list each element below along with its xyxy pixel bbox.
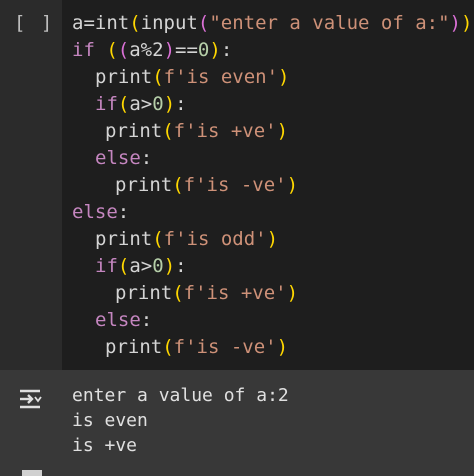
code-token: f'is +ve' bbox=[173, 120, 277, 142]
code-token: ) bbox=[286, 174, 299, 196]
code-token: ) bbox=[266, 228, 279, 250]
code-token: ) bbox=[449, 12, 461, 34]
code-token: 0 bbox=[152, 255, 164, 277]
code-token: ( bbox=[162, 120, 174, 142]
code-token: else bbox=[72, 201, 118, 223]
output-toggle-icon[interactable] bbox=[18, 388, 42, 410]
code-token: ( bbox=[197, 12, 210, 34]
code-token: ( bbox=[117, 39, 130, 61]
code-token: == bbox=[175, 39, 198, 61]
code-token: a> bbox=[129, 255, 153, 277]
run-cell-button[interactable]: [ ] bbox=[14, 10, 54, 36]
code-line[interactable]: if ((a%2)==0): bbox=[72, 37, 232, 63]
code-token: ) bbox=[209, 39, 221, 61]
code-token: int bbox=[94, 12, 130, 34]
code-line[interactable]: print(f'is -ve') bbox=[105, 334, 288, 360]
code-token: ( bbox=[172, 282, 184, 304]
code-token: print bbox=[115, 282, 173, 304]
code-token: ) bbox=[163, 255, 176, 277]
code-token: ) bbox=[163, 39, 176, 61]
code-token: print bbox=[105, 120, 163, 142]
code-token: ) bbox=[286, 282, 299, 304]
code-token: print bbox=[95, 66, 153, 88]
code-token: print bbox=[95, 228, 153, 250]
code-line[interactable]: if(a>0): bbox=[95, 253, 187, 279]
cell-gutter: [ ] bbox=[0, 0, 62, 370]
code-token: f'is even' bbox=[163, 66, 279, 88]
code-token: : bbox=[175, 93, 187, 115]
code-token: : bbox=[117, 201, 130, 223]
code-token: if bbox=[72, 39, 107, 61]
code-token: f'is -ve' bbox=[183, 174, 287, 196]
code-token: ( bbox=[152, 66, 164, 88]
code-line[interactable]: a=int(input("enter a value of a:")) bbox=[72, 10, 472, 36]
code-line[interactable]: else: bbox=[95, 307, 152, 333]
code-line[interactable]: else: bbox=[95, 145, 152, 171]
code-token: else bbox=[95, 309, 141, 331]
code-token: : bbox=[220, 39, 233, 61]
code-token: print bbox=[115, 174, 173, 196]
code-editor[interactable]: a=int(input("enter a value of a:")) if (… bbox=[62, 0, 474, 370]
code-token: a%2 bbox=[129, 39, 164, 61]
output-line: is +ve bbox=[72, 435, 138, 456]
code-line[interactable]: print(f'is odd') bbox=[95, 226, 278, 252]
code-token: ) bbox=[276, 336, 289, 358]
code-token: ( bbox=[172, 174, 184, 196]
code-token: ( bbox=[162, 336, 174, 358]
code-token: else bbox=[95, 147, 141, 169]
code-line[interactable]: if(a>0): bbox=[95, 91, 187, 117]
code-token: f'is odd' bbox=[163, 228, 267, 250]
code-token: ) bbox=[163, 93, 176, 115]
code-token: if bbox=[95, 93, 118, 115]
code-token: 0 bbox=[152, 93, 164, 115]
code-token: a> bbox=[129, 93, 153, 115]
code-token: : bbox=[175, 255, 187, 277]
code-line[interactable]: print(f'is -ve') bbox=[115, 172, 298, 198]
output-line: enter a value of a:2 bbox=[72, 385, 289, 406]
code-token: f'is -ve' bbox=[173, 336, 277, 358]
output-line: is even bbox=[72, 410, 148, 431]
code-token: input bbox=[140, 12, 198, 34]
code-token: "enter a value of a:" bbox=[209, 12, 450, 34]
code-token: ( bbox=[106, 39, 118, 61]
code-line[interactable]: print(f'is +ve') bbox=[105, 118, 288, 144]
code-token: ) bbox=[276, 120, 289, 142]
code-token: ( bbox=[117, 255, 130, 277]
code-token: 0 bbox=[197, 39, 210, 61]
cell-output: enter a value of a:2 is even is +ve bbox=[0, 370, 474, 476]
code-line[interactable]: else: bbox=[72, 199, 129, 225]
code-line[interactable]: print(f'is even') bbox=[95, 64, 290, 90]
code-token: f'is +ve' bbox=[183, 282, 287, 304]
code-token: ) bbox=[278, 66, 290, 88]
code-token: ( bbox=[117, 93, 130, 115]
notebook-page: [ ] a=int(input("enter a value of a:")) … bbox=[0, 0, 474, 476]
code-line[interactable]: print(f'is +ve') bbox=[115, 280, 298, 306]
code-token: a= bbox=[72, 12, 95, 34]
code-token: ( bbox=[152, 228, 164, 250]
code-token: if bbox=[95, 255, 118, 277]
next-cell-edge bbox=[22, 470, 42, 476]
code-token: : bbox=[140, 309, 153, 331]
code-token: ) bbox=[461, 12, 473, 34]
code-token: : bbox=[140, 147, 153, 169]
code-token: print bbox=[105, 336, 163, 358]
code-token: ( bbox=[129, 12, 141, 34]
